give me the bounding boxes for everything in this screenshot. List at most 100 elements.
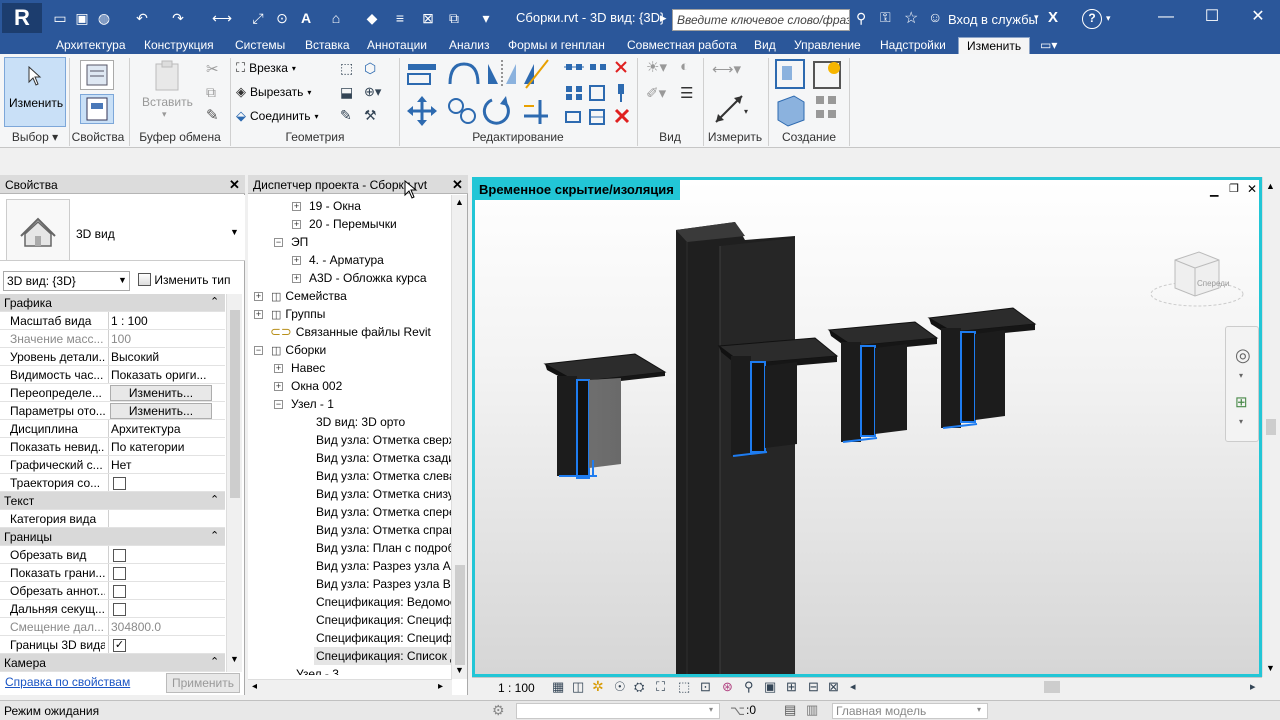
visibility-icon[interactable]: ☰ — [680, 84, 693, 102]
hide-bulb-icon[interactable]: ☀▾ — [646, 58, 667, 76]
ribbon-minimize-icon[interactable]: ▭▾ — [1040, 37, 1057, 54]
design-options-icon[interactable]: ▥ — [806, 702, 818, 718]
hscroll-left-icon[interactable]: ◂ — [850, 680, 856, 693]
tree-item-assembly[interactable]: Узел - 3 — [296, 665, 339, 675]
3d-view-canvas[interactable]: Временное скрытие/изоляция ▁ ❐ ✕ Спереди… — [472, 177, 1262, 677]
cut-geometry-button[interactable]: ◈ Вырезать ▾ — [236, 82, 311, 102]
signin-button[interactable]: Вход в службы — [948, 12, 1038, 27]
scroll-down-icon[interactable]: ▼ — [455, 665, 464, 675]
crop-visible-checkbox[interactable] — [113, 567, 126, 581]
hscroll-right-icon[interactable]: ▸ — [1250, 680, 1256, 693]
highlight-displacement-icon[interactable]: ⊟ — [808, 679, 819, 695]
tab-view[interactable]: Вид — [754, 37, 776, 54]
scrollbar-thumb[interactable] — [1266, 419, 1276, 435]
worksets-icon[interactable]: ⚙ — [492, 702, 505, 719]
tree-item-schedule[interactable]: Спецификация: Специф — [316, 629, 452, 647]
tree-item-view[interactable]: Вид узла: Отметка справа — [316, 521, 452, 539]
tab-massing-site[interactable]: Формы и генплан — [508, 37, 605, 54]
tree-item-group[interactable]: − ЭП — [274, 233, 308, 251]
prop-view-scale[interactable]: Масштаб вида 1 : 100 — [0, 312, 225, 330]
3d-view-icon[interactable]: ⌂ — [328, 10, 344, 26]
type-properties-icon[interactable] — [80, 94, 114, 124]
join-geometry-button[interactable]: ⬙ Соединить ▾ — [236, 106, 319, 126]
analytical-model-icon[interactable]: ⊞ — [786, 679, 797, 695]
viewport-vscrollbar[interactable]: ▲ ▼ — [1262, 177, 1278, 677]
scrollbar-thumb[interactable] — [230, 310, 240, 498]
scroll-right-icon[interactable]: ▸ — [438, 681, 443, 692]
tree-item-schedule[interactable]: Спецификация: Ведомость — [316, 593, 452, 611]
section-camera[interactable]: Камера ⌃ — [0, 654, 225, 672]
section-extents[interactable]: Границы ⌃ — [0, 528, 225, 546]
thin-lines-icon[interactable]: ≡ — [392, 10, 408, 26]
close-button[interactable]: ✕ — [1238, 6, 1278, 28]
prop-show-hidden[interactable]: Показать невид... По категории — [0, 438, 225, 456]
measure-distance-icon[interactable]: ⟷▾ — [712, 60, 741, 78]
crop-view-checkbox[interactable] — [113, 549, 126, 563]
tree-item-view[interactable]: Вид узла: Отметка сзади — [316, 449, 452, 467]
wall-joins-icon[interactable]: ⬓ — [340, 84, 353, 101]
prop-discipline[interactable]: Дисциплина Архитектура — [0, 420, 225, 438]
tree-item-view[interactable]: Вид узла: Отметка снизу — [316, 485, 452, 503]
tree-item-revit-links[interactable]: ⊂⊃ Связанные файлы Revit — [270, 323, 431, 341]
tab-collaborate[interactable]: Совместная работа — [627, 37, 737, 54]
prop-graphic-style[interactable]: Графический с... Нет — [0, 456, 225, 474]
section-graphics[interactable]: Графика ⌃ — [0, 294, 225, 312]
switch-windows-icon[interactable]: ⧉ — [446, 10, 462, 26]
tree-item-schedule-selected[interactable]: Спецификация: Список д — [314, 647, 452, 665]
design-option-selector[interactable]: Главная модель ▾ — [832, 703, 988, 719]
viewcube[interactable]: Спереди — [1147, 236, 1247, 316]
cope-button[interactable]: ⛶ Врезка ▾ — [236, 58, 296, 78]
properties-palette-icon[interactable] — [80, 60, 114, 90]
tab-insert[interactable]: Вставка — [305, 37, 350, 54]
cut-icon[interactable]: ✂ — [206, 60, 219, 78]
tab-systems[interactable]: Системы — [235, 37, 285, 54]
properties-scrollbar[interactable]: ▼ — [226, 294, 242, 672]
prop-detail-level[interactable]: Уровень детали... Высокий — [0, 348, 225, 366]
scroll-down-icon[interactable]: ▼ — [230, 654, 239, 664]
steering-wheel-icon[interactable]: ◎ — [1235, 345, 1251, 366]
tree-item-assembly[interactable]: − Узел - 1 — [274, 395, 334, 413]
scroll-up-icon[interactable]: ▲ — [1266, 181, 1275, 191]
temp-hide-isolate-icon[interactable]: ⊛ — [722, 679, 733, 695]
workset-selector[interactable]: ▾ — [516, 703, 720, 719]
filter-icon[interactable]: ⌥ — [730, 703, 745, 719]
chevron-down-icon[interactable]: ▾ — [1239, 371, 1243, 380]
remove-paint-icon[interactable]: ⚒ — [364, 107, 377, 124]
tag-icon[interactable]: ⊙ — [274, 10, 290, 26]
rendering-icon[interactable]: ⛭ — [634, 679, 644, 695]
reveal-hidden-icon[interactable]: ⚲ — [744, 679, 754, 695]
text-icon[interactable]: A — [298, 10, 314, 26]
tree-item-view[interactable]: Вид узла: Отметка спереди — [316, 503, 452, 521]
tree-item-view[interactable]: Вид узла: Отметка слева — [316, 467, 452, 485]
user-icon[interactable]: ☺ — [928, 9, 942, 25]
edit-overrides-button[interactable]: Изменить... — [110, 385, 212, 401]
tree-item-view[interactable]: Вид узла: Разрез узла А — [316, 557, 451, 575]
annotation-crop-checkbox[interactable] — [113, 585, 126, 599]
tree-item-view[interactable]: Вид узла: Отметка сверху — [316, 431, 452, 449]
sync-icon[interactable]: ◍ — [96, 10, 112, 26]
tree-item-assemblies[interactable]: − ◫ Сборки — [254, 341, 326, 359]
undo-icon[interactable]: ↶ — [134, 10, 150, 26]
browser-close-icon[interactable]: ✕ — [452, 177, 463, 193]
tree-item-assembly[interactable]: + Окна 002 — [274, 377, 342, 395]
override-icon[interactable]: ◐ — [680, 58, 689, 75]
maximize-button[interactable]: ☐ — [1192, 6, 1232, 28]
sun-path-checkbox[interactable] — [113, 477, 126, 491]
shadows-icon[interactable]: ☉ — [614, 679, 626, 695]
section-box-checkbox[interactable]: ✓ — [113, 639, 126, 653]
detail-level-icon[interactable]: ▦ — [552, 679, 564, 695]
tab-structure[interactable]: Конструкция — [144, 37, 214, 54]
paste-button[interactable]: Вставить ▾ — [142, 58, 193, 128]
revit-logo-button[interactable]: R — [2, 3, 42, 33]
tab-annotate[interactable]: Аннотации — [367, 37, 427, 54]
hscroll-thumb[interactable] — [1044, 681, 1060, 693]
save-icon[interactable]: ▣ — [74, 10, 90, 26]
browser-hscrollbar[interactable]: ◂ ▸ — [248, 679, 452, 695]
modify-button[interactable]: Изменить — [4, 57, 66, 127]
customize-qat-icon[interactable]: ▾ — [478, 10, 494, 26]
properties-help-link[interactable]: Справка по свойствам — [5, 675, 130, 689]
tree-item-groups[interactable]: + ◫ Группы — [254, 305, 325, 323]
tab-modify[interactable]: Изменить — [958, 37, 1031, 54]
temp-view-props-icon[interactable]: ▣ — [764, 679, 776, 695]
tree-item-assembly[interactable]: + Навес — [274, 359, 325, 377]
